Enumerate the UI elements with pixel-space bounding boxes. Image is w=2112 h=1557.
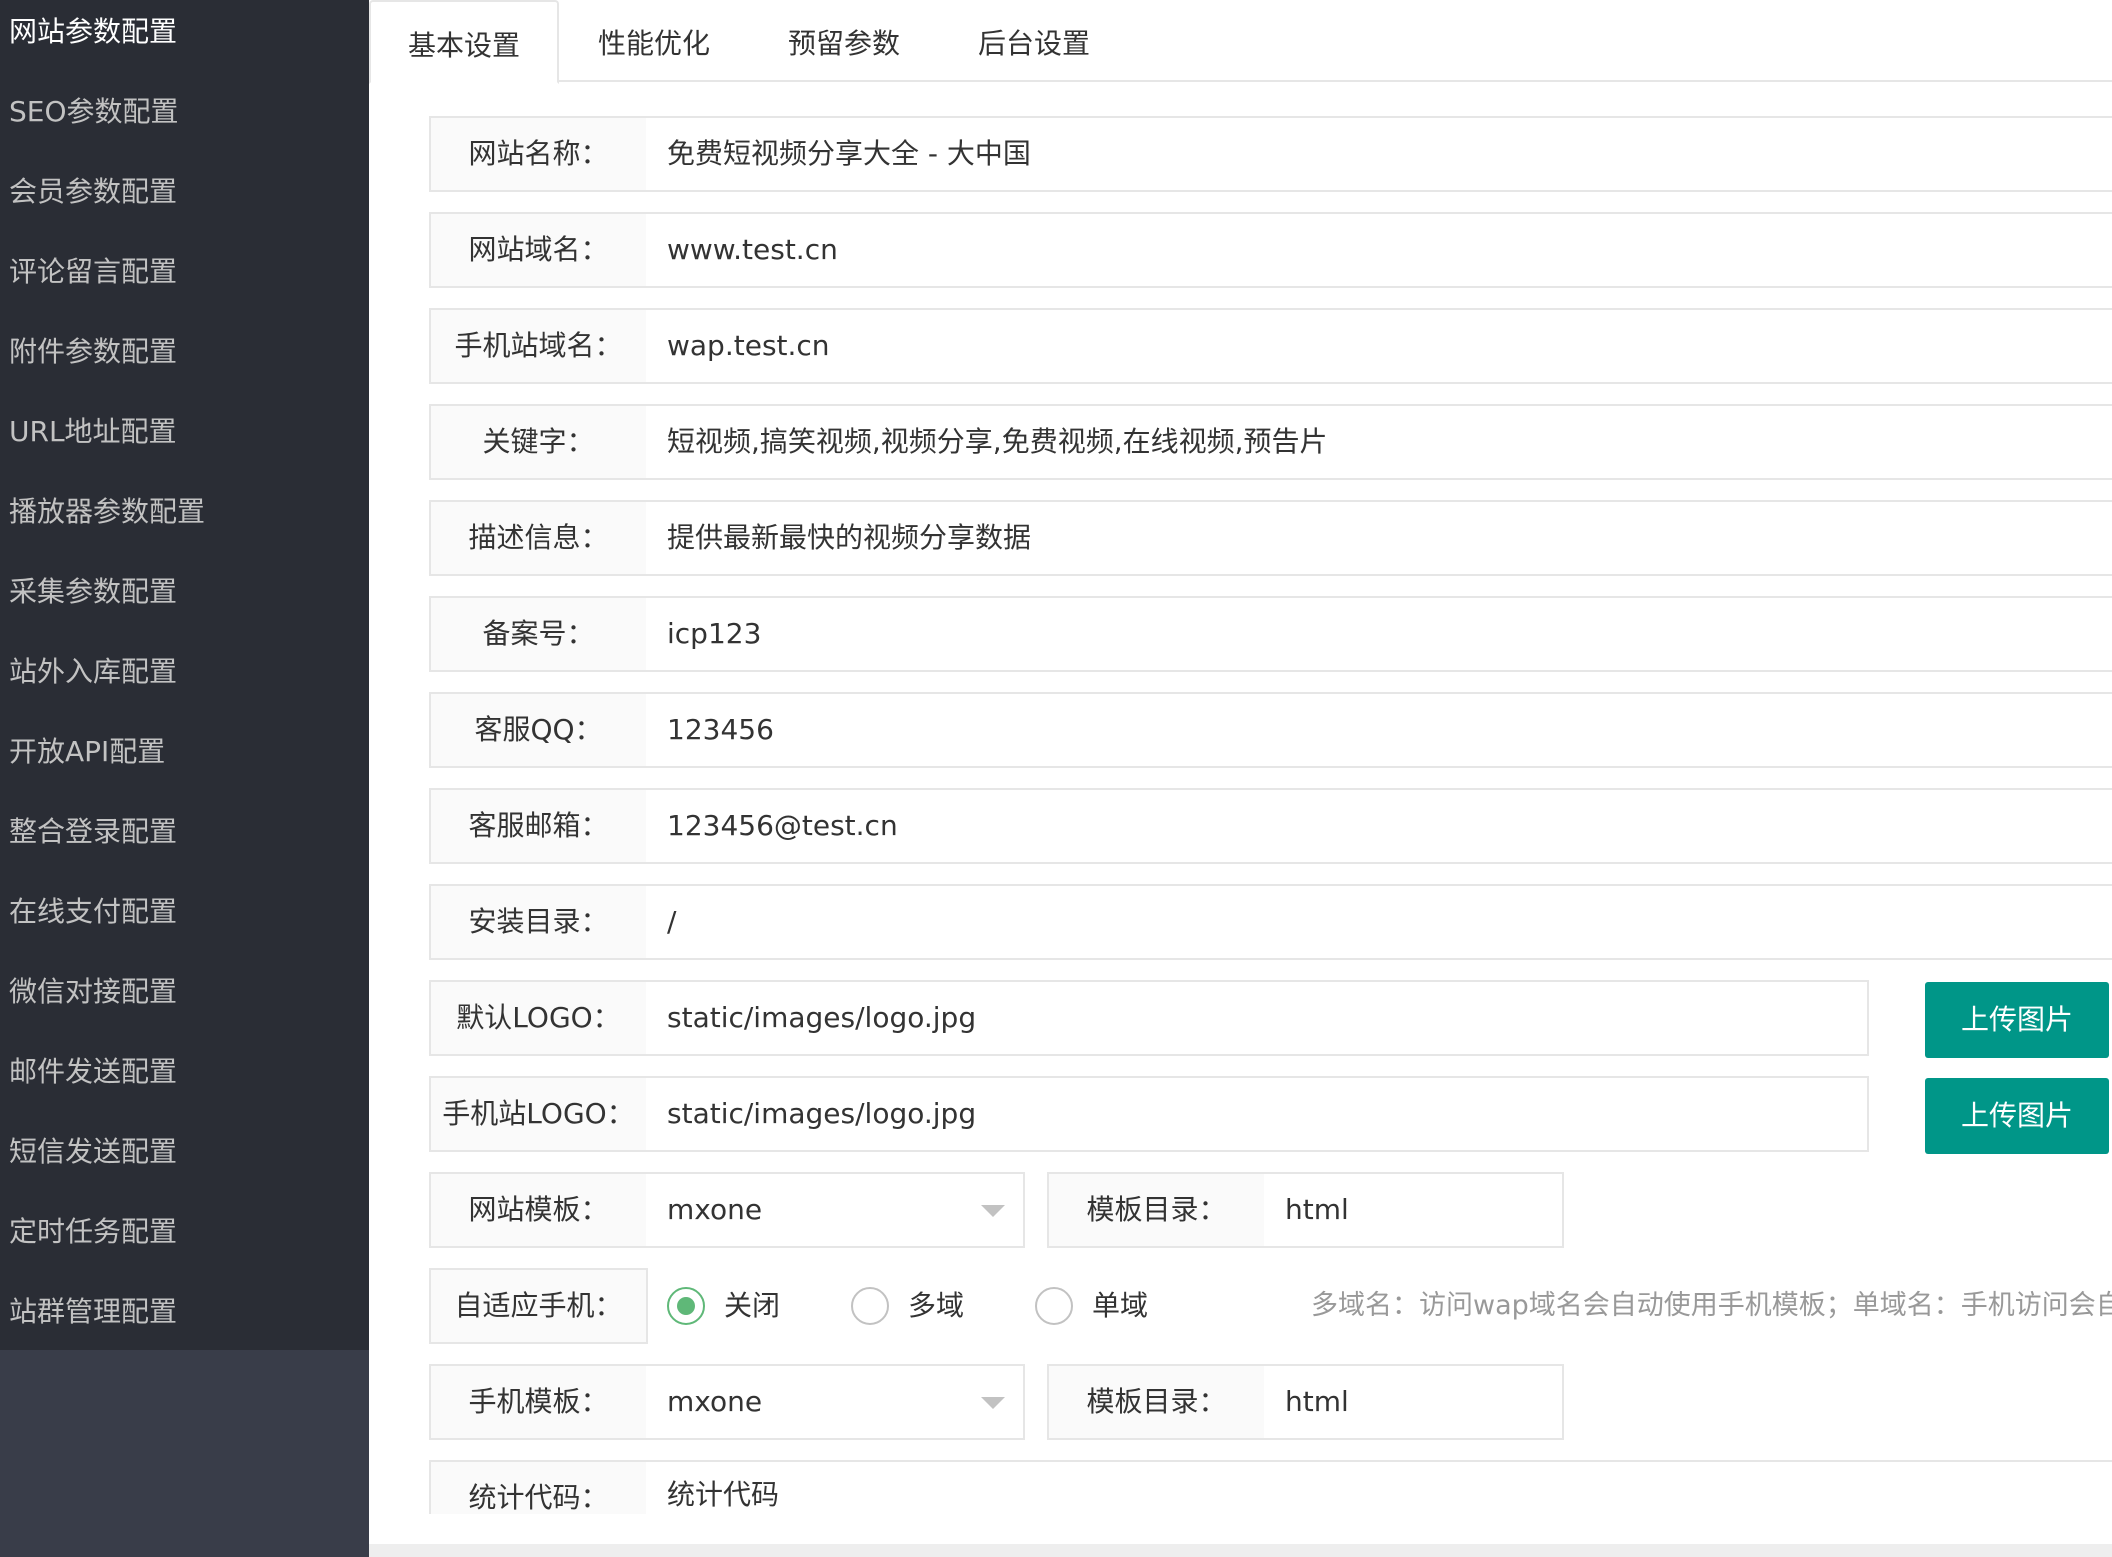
email-label: 客服邮箱： [429, 788, 648, 864]
install-dir-input[interactable]: / [646, 884, 2112, 960]
tab-bar: 基本设置 性能优化 预留参数 后台设置 [369, 0, 2112, 84]
mobile-template-dir-label: 模板目录： [1047, 1364, 1266, 1440]
stats-code-textarea[interactable]: 统计代码 [646, 1460, 2112, 1514]
settings-form: 网站名称： 免费短视频分享大全 - 大中国 网站域名： www.test.cn … [369, 82, 2112, 1514]
adaptive-label: 自适应手机： [429, 1268, 648, 1344]
tab-basic-settings[interactable]: 基本设置 [369, 0, 559, 84]
mobile-domain-label: 手机站域名： [429, 308, 648, 384]
sidebar-item-site-params[interactable]: 网站参数配置 [0, 0, 369, 72]
radio-checked-icon [667, 1287, 705, 1325]
qq-input[interactable]: 123456 [646, 692, 2112, 768]
icp-input[interactable]: icp123 [646, 596, 2112, 672]
site-domain-input[interactable]: www.test.cn [646, 212, 2112, 288]
mobile-logo-label: 手机站LOGO： [429, 1076, 648, 1152]
form-row-mobile-domain: 手机站域名： wap.test.cn [429, 308, 2112, 384]
sidebar-item-login[interactable]: 整合登录配置 [0, 792, 369, 872]
form-row-template: 网站模板： mxone 模板目录： html [429, 1172, 2112, 1248]
template-select[interactable]: mxone [646, 1172, 1025, 1248]
sidebar-item-player[interactable]: 播放器参数配置 [0, 472, 369, 552]
sidebar-item-sms[interactable]: 短信发送配置 [0, 1112, 369, 1192]
logo-path-input[interactable]: static/images/logo.jpg [646, 980, 1869, 1056]
form-row-logo: 默认LOGO： static/images/logo.jpg 上传图片 [429, 980, 2112, 1058]
sidebar: 网站参数配置 SEO参数配置 会员参数配置 评论留言配置 附件参数配置 URL地… [0, 0, 369, 1557]
mobile-template-select[interactable]: mxone [646, 1364, 1025, 1440]
form-row-qq: 客服QQ： 123456 [429, 692, 2112, 768]
form-row-description: 描述信息： 提供最新最快的视频分享数据 [429, 500, 2112, 576]
sidebar-item-url[interactable]: URL地址配置 [0, 392, 369, 472]
form-row-install-dir: 安装目录： / [429, 884, 2112, 960]
site-domain-label: 网站域名： [429, 212, 648, 288]
mobile-logo-upload-button[interactable]: 上传图片 [1925, 1078, 2109, 1154]
sidebar-menu: 网站参数配置 SEO参数配置 会员参数配置 评论留言配置 附件参数配置 URL地… [0, 0, 369, 1350]
mobile-template-select-value: mxone [667, 1385, 763, 1418]
sidebar-item-comment[interactable]: 评论留言配置 [0, 232, 369, 312]
logo-upload-button[interactable]: 上传图片 [1925, 982, 2109, 1058]
keywords-input[interactable]: 短视频,搞笑视频,视频分享,免费视频,在线视频,预告片 [646, 404, 2112, 480]
form-row-adaptive: 自适应手机： 关闭 多域 单域 多域名：访问wap域名会自动使用手机模板；单域名… [429, 1268, 2112, 1344]
mobile-domain-input[interactable]: wap.test.cn [646, 308, 2112, 384]
sidebar-item-site-group[interactable]: 站群管理配置 [0, 1272, 369, 1352]
description-input[interactable]: 提供最新最快的视频分享数据 [646, 500, 2112, 576]
form-row-keywords: 关键字： 短视频,搞笑视频,视频分享,免费视频,在线视频,预告片 [429, 404, 2112, 480]
sidebar-item-wechat[interactable]: 微信对接配置 [0, 952, 369, 1032]
email-input[interactable]: 123456@test.cn [646, 788, 2112, 864]
sidebar-item-api[interactable]: 开放API配置 [0, 712, 369, 792]
mobile-logo-path-input[interactable]: static/images/logo.jpg [646, 1076, 1869, 1152]
template-dir-input[interactable]: html [1264, 1172, 1564, 1248]
form-row-site-name: 网站名称： 免费短视频分享大全 - 大中国 [429, 116, 2112, 192]
adaptive-hint: 多域名：访问wap域名会自动使用手机模板；单域名：手机访问会自动 [1311, 1290, 2112, 1321]
mobile-template-dir-input[interactable]: html [1264, 1364, 1564, 1440]
template-label: 网站模板： [429, 1172, 648, 1248]
sidebar-item-external-import[interactable]: 站外入库配置 [0, 632, 369, 712]
tab-performance[interactable]: 性能优化 [559, 0, 749, 82]
main-content: 基本设置 性能优化 预留参数 后台设置 网站名称： 免费短视频分享大全 - 大中… [369, 0, 2112, 1557]
stats-code-label: 统计代码： [429, 1460, 648, 1514]
chevron-down-icon [981, 1205, 1005, 1217]
radio-unchecked-icon [1035, 1287, 1073, 1325]
tab-admin-settings[interactable]: 后台设置 [939, 0, 1129, 82]
site-name-label: 网站名称： [429, 116, 648, 192]
template-dir-label: 模板目录： [1047, 1172, 1266, 1248]
form-row-email: 客服邮箱： 123456@test.cn [429, 788, 2112, 864]
qq-label: 客服QQ： [429, 692, 648, 768]
radio-single-domain-label: 单域 [1092, 1289, 1149, 1322]
logo-label: 默认LOGO： [429, 980, 648, 1056]
template-select-value: mxone [667, 1193, 763, 1226]
mobile-template-label: 手机模板： [429, 1364, 648, 1440]
description-label: 描述信息： [429, 500, 648, 576]
form-row-stats-code: 统计代码： 统计代码 [429, 1460, 2112, 1514]
site-name-input[interactable]: 免费短视频分享大全 - 大中国 [646, 116, 2112, 192]
icp-label: 备案号： [429, 596, 648, 672]
sidebar-item-collect[interactable]: 采集参数配置 [0, 552, 369, 632]
form-row-site-domain: 网站域名： www.test.cn [429, 212, 2112, 288]
install-dir-label: 安装目录： [429, 884, 648, 960]
radio-multi-domain-label: 多域 [908, 1289, 965, 1322]
chevron-down-icon [981, 1397, 1005, 1409]
form-row-icp: 备案号： icp123 [429, 596, 2112, 672]
radio-unchecked-icon [851, 1287, 889, 1325]
horizontal-scrollbar[interactable] [369, 1544, 2112, 1557]
sidebar-item-attachment[interactable]: 附件参数配置 [0, 312, 369, 392]
sidebar-item-seo[interactable]: SEO参数配置 [0, 72, 369, 152]
sidebar-item-cron[interactable]: 定时任务配置 [0, 1192, 369, 1272]
sidebar-item-email[interactable]: 邮件发送配置 [0, 1032, 369, 1112]
tab-reserved-params[interactable]: 预留参数 [749, 0, 939, 82]
keywords-label: 关键字： [429, 404, 648, 480]
radio-off-label: 关闭 [724, 1289, 781, 1322]
sidebar-item-payment[interactable]: 在线支付配置 [0, 872, 369, 952]
form-row-mobile-logo: 手机站LOGO： static/images/logo.jpg 上传图片 [429, 1076, 2112, 1154]
sidebar-item-member[interactable]: 会员参数配置 [0, 152, 369, 232]
form-row-mobile-template: 手机模板： mxone 模板目录： html [429, 1364, 2112, 1440]
